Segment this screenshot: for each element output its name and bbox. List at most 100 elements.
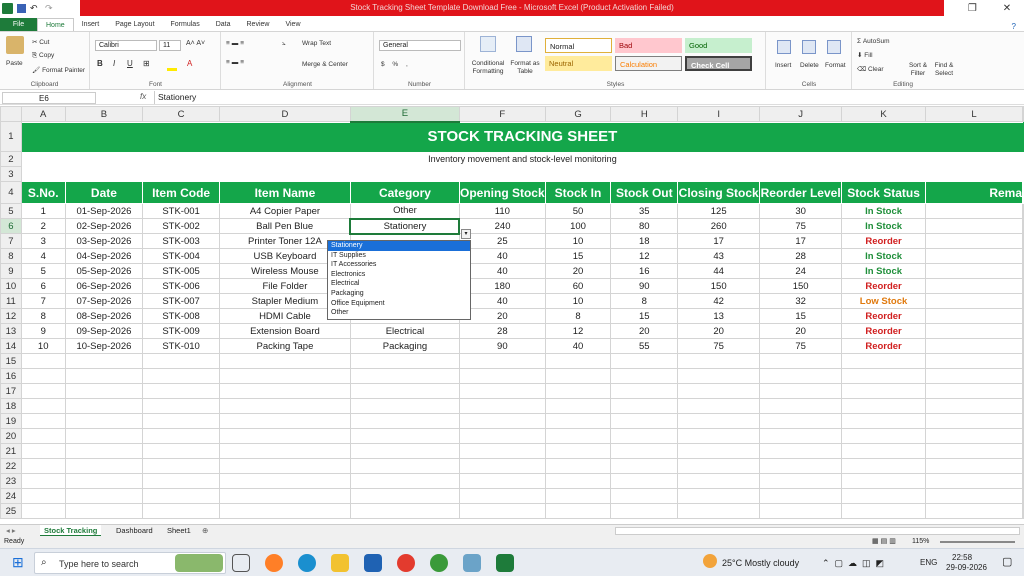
table-cell[interactable]: STK-008 — [142, 308, 220, 324]
table-cell[interactable]: 240 — [458, 218, 546, 234]
empty-cell[interactable] — [610, 428, 679, 444]
windows-start-icon[interactable]: ⊞ — [12, 555, 26, 569]
empty-cell[interactable] — [142, 428, 220, 444]
table-cell[interactable] — [924, 293, 1024, 309]
table-cell[interactable]: STK-010 — [142, 338, 220, 354]
table-cell[interactable]: 150 — [677, 278, 761, 294]
empty-cell[interactable] — [841, 473, 926, 489]
empty-cell[interactable] — [841, 368, 926, 384]
empty-cell[interactable] — [1022, 428, 1024, 444]
empty-cell[interactable] — [20, 413, 66, 429]
font-color-icon[interactable]: A — [187, 59, 192, 68]
empty-cell[interactable] — [841, 413, 926, 429]
format-as-table-icon[interactable] — [516, 36, 532, 52]
column-header-b[interactable]: B — [64, 106, 144, 122]
table-cell[interactable]: Stationery — [349, 217, 461, 235]
empty-cell[interactable] — [1022, 458, 1024, 474]
empty-cell[interactable] — [1022, 353, 1024, 369]
table-cell[interactable] — [924, 338, 1024, 354]
empty-cell[interactable] — [349, 368, 460, 384]
empty-cell[interactable] — [20, 398, 66, 414]
table-cell[interactable]: 06-Sep-2026 — [64, 278, 144, 294]
table-cell[interactable]: 15 — [610, 308, 679, 324]
table-row[interactable]: 11 7 07-Sep-2026 STK-007 Stapler Medium 40 10 8… — [0, 293, 1024, 309]
table-cell[interactable]: STK-006 — [142, 278, 220, 294]
empty-cell[interactable] — [142, 368, 220, 384]
horizontal-align-icons[interactable]: ≡▬≡ — [226, 59, 270, 71]
row-header-12[interactable]: 12 — [0, 308, 22, 324]
dropdown-item[interactable]: Electronics — [328, 270, 470, 280]
table-cell[interactable]: 44 — [677, 263, 761, 279]
empty-cell[interactable] — [924, 398, 1024, 414]
empty-cell[interactable] — [218, 398, 351, 414]
row-header-19[interactable]: 19 — [0, 413, 22, 429]
empty-cell[interactable] — [759, 413, 843, 429]
empty-cell[interactable] — [142, 413, 220, 429]
view-icons[interactable]: ▦▤▥ — [872, 537, 898, 545]
file-explorer-icon[interactable] — [331, 554, 349, 572]
table-cell[interactable]: 75 — [759, 338, 843, 354]
column-header-f[interactable]: F — [458, 106, 546, 122]
empty-cell[interactable] — [349, 503, 460, 519]
horizontal-scrollbar[interactable] — [615, 527, 1020, 535]
table-header-cell[interactable]: Stock Status — [841, 181, 926, 204]
table-cell[interactable]: Reorder — [841, 308, 926, 324]
table-cell[interactable]: 17 — [759, 233, 843, 249]
dropdown-item[interactable]: Stationery — [328, 241, 470, 251]
empty-cell[interactable] — [458, 398, 546, 414]
empty-cell[interactable] — [677, 443, 761, 459]
title-cell[interactable]: STOCK TRACKING SHEET — [20, 121, 1024, 152]
copilot-icon[interactable] — [265, 554, 283, 572]
empty-cell[interactable] — [20, 353, 66, 369]
empty-cell[interactable] — [841, 398, 926, 414]
table-cell[interactable]: Reorder — [841, 278, 926, 294]
row-header-24[interactable]: 24 — [0, 488, 22, 504]
table-cell[interactable]: 13 — [677, 308, 761, 324]
row-header-16[interactable]: 16 — [0, 368, 22, 384]
help-icon[interactable]: ? — [1012, 22, 1016, 31]
table-cell[interactable]: Reorder — [841, 338, 926, 354]
clear-button[interactable]: ⌫ Clear — [857, 65, 884, 73]
table-cell[interactable]: 60 — [544, 278, 612, 294]
empty-cell[interactable] — [64, 368, 144, 384]
style-neutral[interactable]: Neutral — [545, 56, 612, 71]
table-cell[interactable]: In Stock — [841, 263, 926, 279]
empty-cell[interactable] — [458, 488, 546, 504]
empty-cell[interactable] — [677, 428, 761, 444]
table-row[interactable]: 10 6 06-Sep-2026 STK-006 File Folder 180 60 90 1… — [0, 278, 1024, 294]
table-cell[interactable]: 3 — [20, 233, 66, 249]
empty-cell[interactable] — [458, 503, 546, 519]
delete-cells-button[interactable]: Delete — [800, 62, 819, 69]
empty-cell[interactable] — [1022, 368, 1024, 384]
table-cell[interactable]: 6 — [20, 278, 66, 294]
empty-cell[interactable] — [218, 353, 351, 369]
table-cell[interactable]: 150 — [759, 278, 843, 294]
table-cell[interactable]: STK-007 — [142, 293, 220, 309]
vertical-align-icons[interactable]: ≡▬≡ — [226, 40, 270, 52]
empty-cell[interactable] — [924, 488, 1024, 504]
table-cell[interactable] — [924, 233, 1024, 249]
insert-cells-button[interactable]: Insert — [775, 62, 791, 69]
empty-cell[interactable] — [349, 353, 460, 369]
table-cell[interactable]: STK-009 — [142, 323, 220, 339]
table-cell[interactable]: Packaging — [349, 338, 460, 354]
empty-cell[interactable] — [218, 458, 351, 474]
empty-cell[interactable] — [218, 503, 351, 519]
table-cell[interactable]: 30 — [759, 203, 843, 219]
empty-cell[interactable] — [218, 473, 351, 489]
table-cell[interactable]: 01-Sep-2026 — [64, 203, 144, 219]
dropdown-item[interactable]: Electrical — [328, 279, 470, 289]
empty-cell[interactable] — [924, 458, 1024, 474]
table-cell[interactable] — [924, 263, 1024, 279]
column-header-j[interactable]: J — [759, 106, 843, 122]
empty-cell[interactable] — [20, 443, 66, 459]
table-cell[interactable]: 05-Sep-2026 — [64, 263, 144, 279]
table-cell[interactable]: 10 — [544, 233, 612, 249]
row-header-9[interactable]: 9 — [0, 263, 22, 279]
table-row[interactable]: 14 10 10-Sep-2026 STK-010 Packing Tape Packag… — [0, 338, 1024, 354]
empty-cell[interactable] — [20, 458, 66, 474]
empty-cell[interactable] — [924, 443, 1024, 459]
empty-cell[interactable] — [218, 488, 351, 504]
tab-home[interactable]: Home — [37, 18, 74, 31]
table-cell[interactable] — [1022, 233, 1024, 249]
